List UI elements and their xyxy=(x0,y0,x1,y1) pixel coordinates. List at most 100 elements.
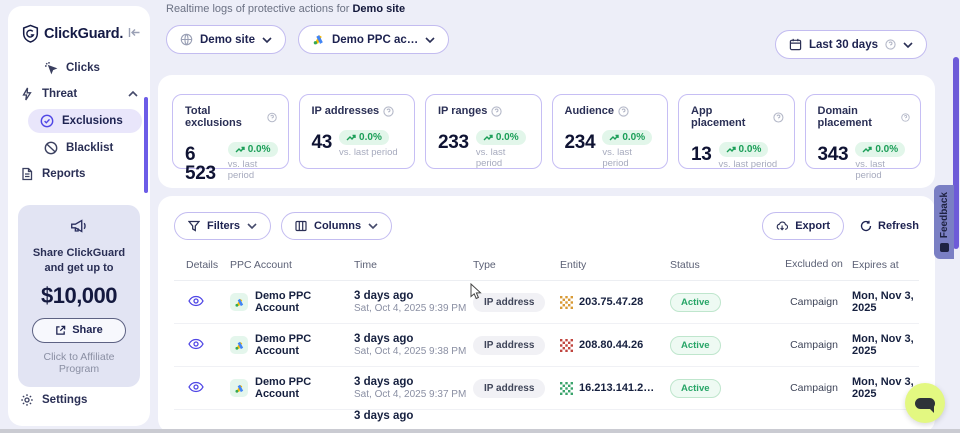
columns-icon xyxy=(295,220,307,232)
sidebar-item-exclusions[interactable]: Exclusions xyxy=(28,109,142,133)
entity-identicon xyxy=(560,382,573,395)
view-details-icon[interactable] xyxy=(188,381,204,393)
help-circle-icon[interactable] xyxy=(267,112,277,123)
sidebar: ClickGuard. Clicks Threat Exclusions xyxy=(8,6,150,426)
date-range-value: Last 30 days xyxy=(809,39,878,51)
stat-compare: vs. last period xyxy=(228,159,278,181)
view-details-icon[interactable] xyxy=(188,338,204,350)
help-circle-icon[interactable] xyxy=(773,112,784,123)
type-badge: IP address xyxy=(473,336,545,355)
stat-value: 13 xyxy=(691,145,712,164)
status-badge: Active xyxy=(670,293,721,312)
cursor-click-icon xyxy=(44,61,58,75)
clickguard-shield-icon xyxy=(22,24,39,43)
type-badge: IP address xyxy=(473,379,545,398)
sidebar-scrollbar[interactable] xyxy=(144,97,148,193)
time-relative: 3 days ago xyxy=(354,410,473,422)
col-status[interactable]: Status xyxy=(670,259,776,271)
filters-label: Filters xyxy=(207,220,240,232)
help-circle-icon[interactable] xyxy=(618,106,629,117)
sidebar-collapse-icon[interactable] xyxy=(128,27,141,41)
delta-badge: 0.0% xyxy=(339,130,389,145)
lightning-icon xyxy=(20,87,34,101)
help-circle-icon[interactable] xyxy=(383,106,394,117)
feedback-icon xyxy=(940,243,949,252)
feedback-tab[interactable]: Feedback xyxy=(934,185,954,259)
status-badge: Active xyxy=(670,336,721,355)
col-expires-at[interactable]: Expires at xyxy=(852,259,919,271)
entity-value: 208.80.44.26 xyxy=(579,339,643,351)
expires-at-value: Mon, Nov 3, 2025 xyxy=(852,333,919,357)
sidebar-item-label: Clicks xyxy=(66,62,100,74)
stat-label: Audience xyxy=(565,105,615,117)
col-details[interactable]: Details xyxy=(174,259,230,271)
refresh-button[interactable]: Refresh xyxy=(860,220,919,232)
col-excluded-on[interactable]: Excluded on xyxy=(776,258,852,271)
stat-value: 43 xyxy=(312,133,333,152)
entity-value: 203.75.47.28 xyxy=(579,296,643,308)
main-content: Realtime logs of protective actions for … xyxy=(158,0,952,433)
cloud-download-icon xyxy=(776,220,788,232)
site-selector-value: Demo site xyxy=(200,34,255,46)
entity-identicon xyxy=(560,296,573,309)
filters-button[interactable]: Filters xyxy=(174,212,271,240)
stat-label: Domain placement xyxy=(818,105,898,129)
excluded-on-value: Campaign xyxy=(776,296,852,308)
chevron-down-icon xyxy=(903,40,913,50)
site-selector[interactable]: Demo site xyxy=(166,25,286,54)
stat-ip-ranges: IP ranges 233 0.0% vs. last period xyxy=(425,94,542,169)
time-absolute: Sat, Oct 4, 2025 9:38 PM xyxy=(354,346,473,357)
sidebar-item-label: Settings xyxy=(42,394,87,406)
sidebar-nav: Clicks Threat Exclusions Blacklist xyxy=(8,55,150,187)
sidebar-item-settings[interactable]: Settings xyxy=(8,387,150,413)
table-row[interactable]: Demo PPC Account 3 days agoSat, Oct 4, 2… xyxy=(174,281,919,324)
subtitle-site-name: Demo site xyxy=(352,3,405,15)
export-button[interactable]: Export xyxy=(762,212,844,240)
status-badge: Active xyxy=(670,379,721,398)
account-selector-value: Demo PPC ac… xyxy=(332,34,418,46)
stat-value: 6 523 xyxy=(185,145,221,183)
table-row-partial[interactable]: 3 days ago xyxy=(174,410,919,422)
sidebar-item-label: Threat xyxy=(42,88,77,100)
export-label: Export xyxy=(795,220,830,232)
affiliate-promo-card[interactable]: Share ClickGuard and get up to $10,000 S… xyxy=(18,205,140,387)
chat-widget-button[interactable] xyxy=(905,383,945,423)
view-details-icon[interactable] xyxy=(188,295,204,307)
google-ads-icon xyxy=(230,293,248,311)
columns-button[interactable]: Columns xyxy=(281,212,392,240)
sidebar-item-threat[interactable]: Threat xyxy=(8,81,150,107)
stat-label: Total exclusions xyxy=(185,105,263,129)
col-entity[interactable]: Entity xyxy=(560,259,670,271)
chevron-down-icon xyxy=(262,35,272,45)
account-selector[interactable]: Demo PPC ac… xyxy=(298,25,449,54)
stat-compare: vs. last period xyxy=(719,159,778,170)
col-time[interactable]: Time xyxy=(354,259,473,271)
date-range-selector[interactable]: Last 30 days xyxy=(775,30,927,59)
promo-text: Share ClickGuard and get up to xyxy=(26,246,132,276)
stat-total-exclusions: Total exclusions 6 523 0.0% vs. last per… xyxy=(172,94,289,169)
help-circle-icon[interactable] xyxy=(901,112,910,123)
share-button-label: Share xyxy=(72,324,103,336)
chevron-up-icon xyxy=(128,89,138,99)
sidebar-item-blacklist[interactable]: Blacklist xyxy=(8,135,150,161)
table-row[interactable]: Demo PPC Account 3 days agoSat, Oct 4, 2… xyxy=(174,367,919,410)
expires-at-value: Mon, Nov 3, 2025 xyxy=(852,290,919,314)
mouse-cursor xyxy=(470,283,483,300)
share-button[interactable]: Share xyxy=(32,318,126,343)
col-type[interactable]: Type xyxy=(473,259,560,271)
sidebar-item-label: Exclusions xyxy=(62,115,123,127)
feedback-label: Feedback xyxy=(939,192,950,238)
entity-value: 16.213.141.2… xyxy=(579,382,654,394)
help-circle-icon[interactable] xyxy=(491,106,502,117)
table-row[interactable]: Demo PPC Account 3 days agoSat, Oct 4, 2… xyxy=(174,324,919,367)
help-circle-icon xyxy=(885,39,896,50)
delta-badge: 0.0% xyxy=(719,142,769,157)
megaphone-icon xyxy=(69,217,89,235)
affiliate-link[interactable]: Click to Affiliate Program xyxy=(26,351,132,375)
stats-panel: Total exclusions 6 523 0.0% vs. last per… xyxy=(158,75,935,188)
sidebar-item-clicks[interactable]: Clicks xyxy=(8,55,150,81)
filter-icon xyxy=(188,220,200,232)
time-relative: 3 days ago xyxy=(354,290,473,302)
col-ppc-account[interactable]: PPC Account xyxy=(230,259,354,271)
sidebar-item-reports[interactable]: Reports xyxy=(8,161,150,187)
